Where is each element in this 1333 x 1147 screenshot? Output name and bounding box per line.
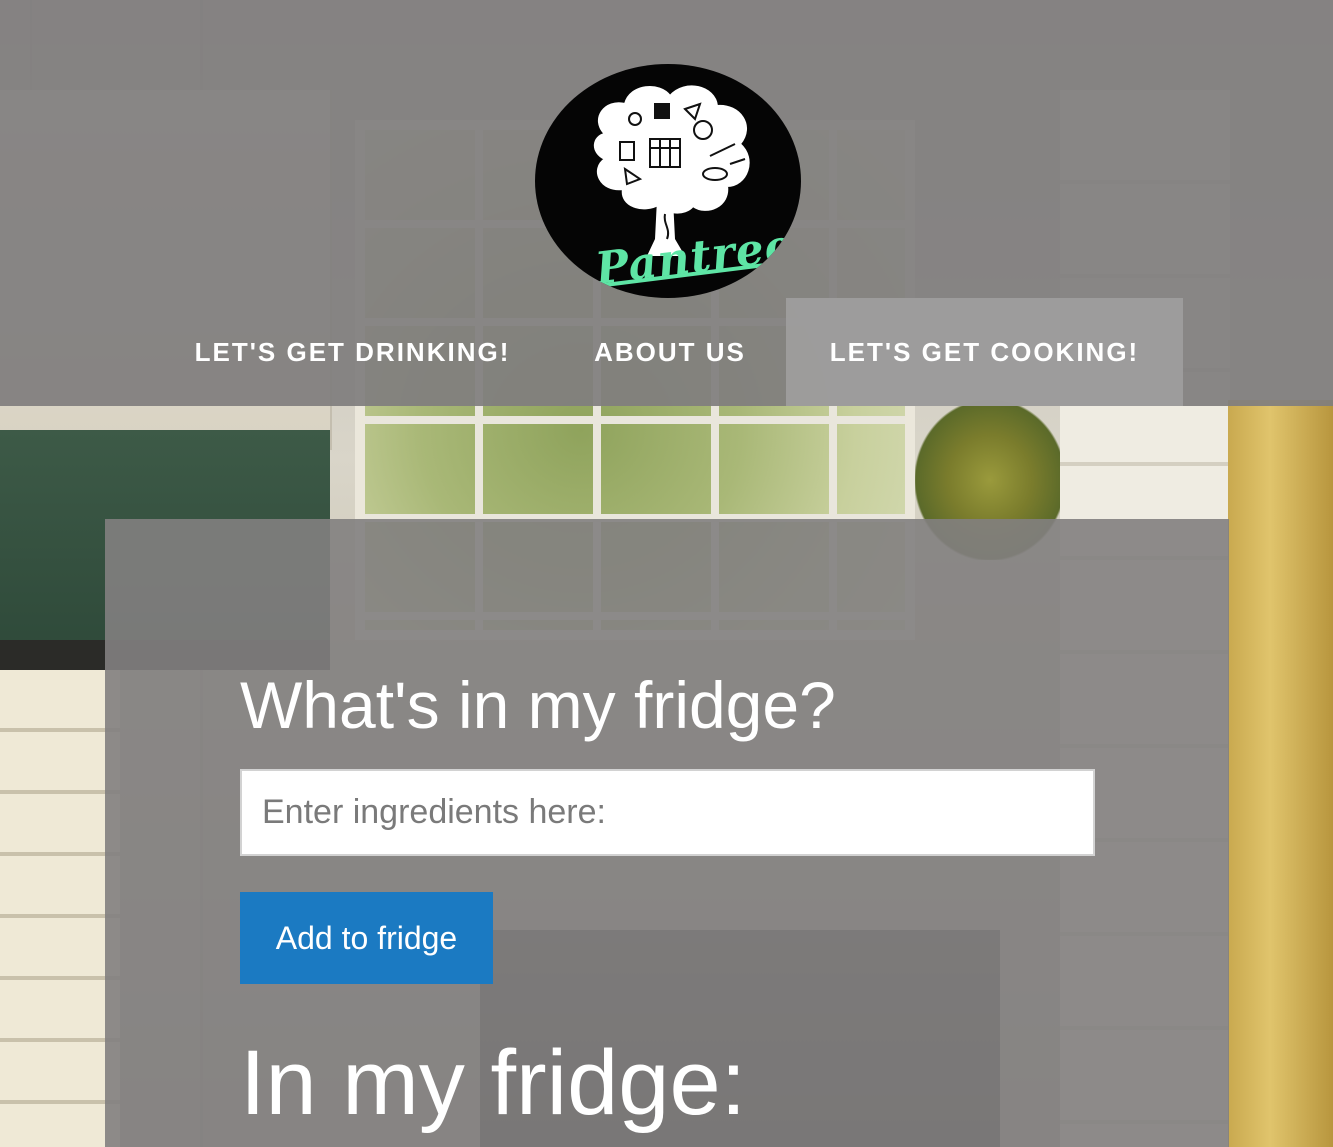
- nav-item-about-us[interactable]: ABOUT US: [575, 298, 765, 406]
- fridge-panel: What's in my fridge? Add to fridge In my…: [105, 519, 1229, 1147]
- background-drawers: [0, 670, 120, 1147]
- page-title: What's in my fridge?: [240, 668, 836, 742]
- fridge-contents-heading: In my fridge:: [240, 1032, 747, 1134]
- ingredients-input[interactable]: [240, 769, 1095, 856]
- main-navigation: LET'S GET DRINKING! ABOUT US LET'S GET C…: [0, 298, 1333, 406]
- pantree-logo[interactable]: Pantree: [535, 64, 801, 298]
- nav-item-drinking[interactable]: LET'S GET DRINKING!: [175, 298, 530, 406]
- add-to-fridge-button[interactable]: Add to fridge: [240, 892, 493, 984]
- site-header: Pantree LET'S GET DRINKING! ABOUT US LET…: [0, 0, 1333, 406]
- background-wood-panel: [1228, 400, 1333, 1147]
- nav-item-cooking[interactable]: LET'S GET COOKING!: [786, 298, 1183, 406]
